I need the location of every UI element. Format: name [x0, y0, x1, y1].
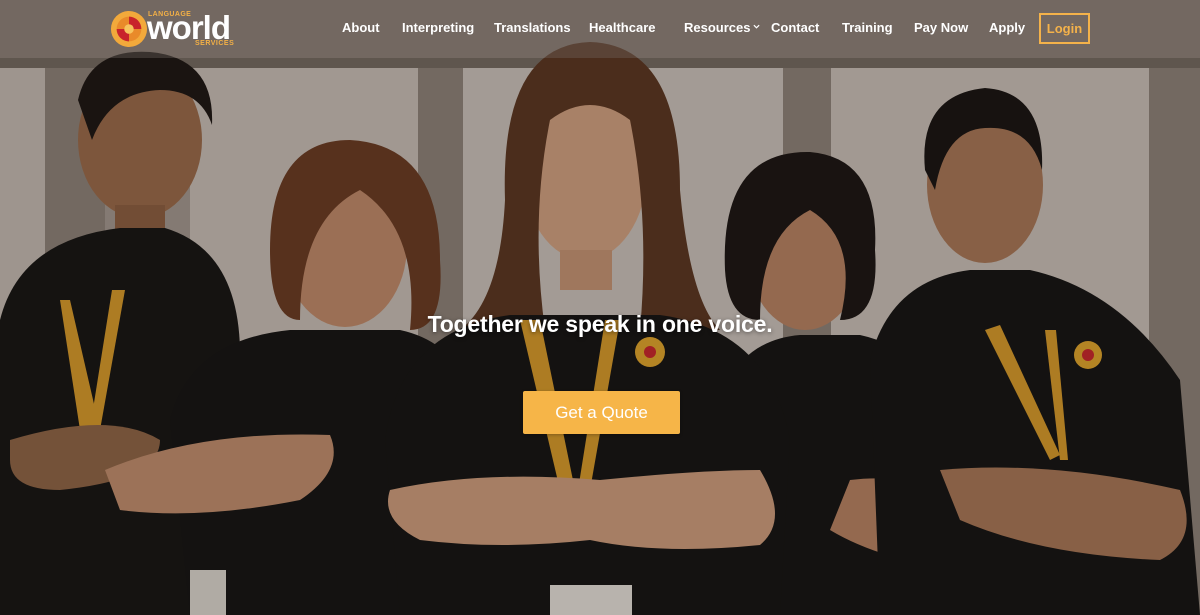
hero-section: [0, 0, 1200, 615]
nav-item-about[interactable]: About: [342, 20, 380, 36]
nav-item-healthcare[interactable]: Healthcare: [589, 20, 655, 36]
nav-item-apply[interactable]: Apply: [989, 20, 1025, 36]
nav-item-training[interactable]: Training: [842, 20, 893, 36]
hero-dim-overlay: [0, 0, 1200, 615]
site-logo[interactable]: LANGUAGE world SERVICES: [110, 9, 240, 49]
get-a-quote-button[interactable]: Get a Quote: [523, 391, 680, 434]
nav-item-pay-now[interactable]: Pay Now: [914, 20, 968, 36]
chevron-down-icon: [753, 24, 761, 29]
nav-item-contact[interactable]: Contact: [771, 20, 819, 36]
nav-item-translations[interactable]: Translations: [494, 20, 571, 36]
login-button[interactable]: Login: [1039, 13, 1090, 44]
hero-tagline: Together we speak in one voice.: [427, 311, 773, 337]
logo-sub-text: SERVICES: [195, 40, 235, 47]
nav-item-interpreting[interactable]: Interpreting: [402, 20, 474, 36]
nav-item-resources-label: Resources: [684, 20, 751, 35]
nav-item-resources[interactable]: Resources: [684, 20, 761, 36]
logo-mark-icon: [110, 10, 148, 48]
site-header: LANGUAGE world SERVICES About Interpreti…: [0, 0, 1200, 58]
